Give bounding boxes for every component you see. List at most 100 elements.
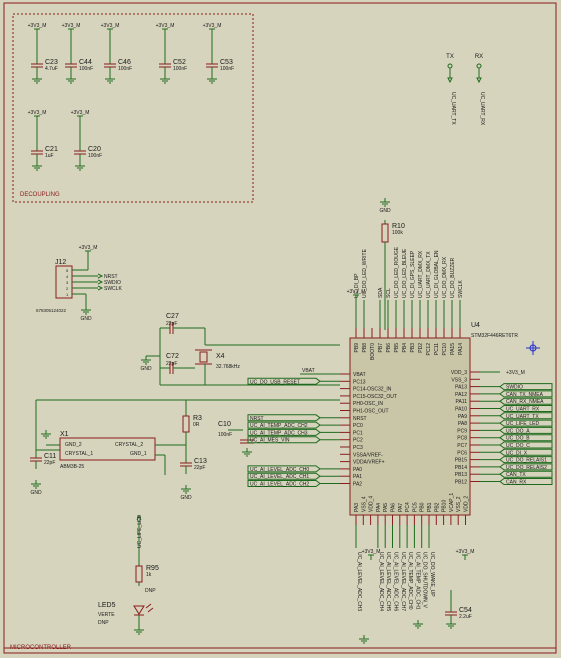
testpoint-label: RX xyxy=(475,54,483,60)
ground-symbol xyxy=(31,483,41,489)
mcu-top-net: UC_UART_DMX_TX xyxy=(426,251,432,298)
resistor-body xyxy=(182,415,190,433)
crystal-body xyxy=(199,351,208,363)
gnd-label: GND xyxy=(140,366,152,372)
mcu-bottom-net: UC_AI_LEVEL_ADC_CH4 xyxy=(378,552,384,611)
mcu-pin-name: PA11 xyxy=(456,399,468,405)
x1-pin-label: CRYSTAL_1 xyxy=(65,451,93,457)
led-value: VERTE xyxy=(98,612,115,618)
ground-symbol xyxy=(32,78,42,84)
testpoint-pad xyxy=(476,63,482,69)
ground-symbol xyxy=(380,201,390,207)
x1-ref: X1 xyxy=(60,431,69,438)
decoupling-cap-ref: C52 xyxy=(173,59,186,66)
mcu-right-net: UC_DO_C xyxy=(506,443,530,449)
decoupling-box xyxy=(12,13,254,203)
testpoint-pad xyxy=(447,63,453,69)
mcu-pin-name: PB1 xyxy=(427,502,433,512)
mcu-pin-name: PD2 xyxy=(418,343,424,353)
mcu-u4[interactable]: U4STM32F446RET6TRVBATPC13UC_DO_USB_RESET… xyxy=(247,246,553,644)
mcu-left-net: UC_AI_TEMP_ADC_CH2 xyxy=(250,423,308,429)
mcu-pin-name: VSS_2 xyxy=(456,496,462,512)
decoupling-cap-ref: C53 xyxy=(220,59,233,66)
power-arrow xyxy=(77,115,83,121)
cap-value: 100nF xyxy=(220,66,234,72)
mcu-left-net: UC_AI_MES_VIN xyxy=(250,438,290,444)
cap-ref: C27 xyxy=(166,313,179,320)
x1-pin-label: GND_2 xyxy=(65,442,82,448)
mcu-top-net: UC_DI_GLOBAL_EN xyxy=(434,250,440,298)
mcu-pin-name: VDD_4 xyxy=(369,496,375,512)
mcu-bottom-net: UC_AI_TEMP_ADC_CH0 xyxy=(407,552,413,610)
decoupling-cap-ref: C21 xyxy=(45,146,58,153)
mcu-pin-name: PB6 xyxy=(386,343,392,353)
mcu-pin-name: PB8 xyxy=(362,343,368,353)
ground-symbol xyxy=(413,623,423,629)
mcu-top-net: UC_UART_DMX_RX xyxy=(418,250,424,298)
mcu-right-net: UC_DO_B xyxy=(506,436,530,442)
ground-symbol xyxy=(141,359,151,365)
res-ref: R3 xyxy=(193,415,202,422)
decoupling-cap-ref: C23 xyxy=(45,59,58,66)
mcu-pin-name: PA5 xyxy=(383,503,389,512)
mcu-right-net: UC_DO_A xyxy=(506,428,530,434)
mcu-pin-name: PC4 xyxy=(405,502,411,512)
testpoint-label: TX xyxy=(446,54,454,60)
led-ref: LED5 xyxy=(98,602,116,609)
mcu-pin-name: NRST xyxy=(353,416,367,422)
decoupling-caps: +3V3_MC234.7uF+3V3_MC44100nF+3V3_MC46100… xyxy=(28,23,234,171)
mcu-bottom-power: +3V3_M xyxy=(362,549,381,555)
mcu-pin-name: VDD_2 xyxy=(464,496,470,512)
j12-part: 679305124022 xyxy=(36,308,67,313)
power-arrow xyxy=(85,250,91,256)
mcu-top-net: UC_DO_DMX_RX xyxy=(442,256,448,298)
j12-connector[interactable]: J12+3V3_M54321NRSTSWDIOSWCLKGND679305124… xyxy=(36,245,122,322)
x1-part: ABM3B-25 xyxy=(60,464,84,470)
led-symbol xyxy=(133,605,145,615)
mcu-right-net: CAN_TX_NMEA xyxy=(506,392,544,398)
j12-ref: J12 xyxy=(55,259,66,266)
mcu-pin-name: VDDA/VREF+ xyxy=(353,460,385,466)
mcu-pin-name: PC0 xyxy=(353,423,363,429)
uart-net-label: UC_UART_TX xyxy=(450,92,456,125)
ground-symbol xyxy=(105,78,115,84)
mcu-right-net: UC_UART_RX xyxy=(506,407,540,413)
mcu-pin-name: VDD_3 xyxy=(451,370,467,376)
mcu-pin-name: PA0 xyxy=(353,467,362,473)
mcu-pin-name: PB0 xyxy=(420,502,426,512)
mcu-pin-name: VSS_4 xyxy=(361,496,367,512)
mcu-pin-name: PB4 xyxy=(402,343,408,353)
r95-note: DNP xyxy=(145,588,156,594)
mcu-right-net: UC_DI_X xyxy=(506,450,528,456)
mcu-pin-name: PA15 xyxy=(450,343,456,355)
res-value: 1k xyxy=(146,572,152,578)
mcu-left-net: UC_AI_TEMP_ADC_CH3 xyxy=(250,430,308,436)
mcu-right-net: CAN_RX xyxy=(506,480,527,486)
ground-symbol xyxy=(41,433,51,439)
mcu-top-net: SCL xyxy=(386,288,392,298)
mcu-pin-name: PC5 xyxy=(412,502,418,512)
cap-value: 22pF xyxy=(166,361,177,367)
mcu-pin-name: PB3 xyxy=(410,343,416,353)
mcu-bottom-net: UC_AI_LEVEL_ADC_CH5 xyxy=(385,552,391,611)
res-ref: R95 xyxy=(146,565,159,572)
res-value: 0R xyxy=(193,422,200,428)
ground-symbol xyxy=(160,78,170,84)
frame-title: MICROCONTROLLER xyxy=(10,645,72,651)
j12-net-label: SWCLK xyxy=(104,286,122,292)
decoupling-power-label: +3V3_M xyxy=(28,23,47,29)
mcu-right-net: UC_LIFE_LED xyxy=(506,421,539,427)
cap-value: 100nF xyxy=(88,153,102,159)
ground-symbol xyxy=(359,638,369,644)
led-net-label: UC_LIFE_LED xyxy=(137,515,143,548)
mcu-body[interactable] xyxy=(349,337,471,516)
net-arrow xyxy=(447,77,453,84)
mcu-pin-name: PA12 xyxy=(455,392,467,398)
mcu-pin-name: VSS_3 xyxy=(451,377,467,383)
cap-value: 22pF xyxy=(166,321,177,327)
cap-value: 22pF xyxy=(194,465,205,471)
mcu-top-net: UC_DO_LED_BLEUE xyxy=(402,248,408,298)
ground-symbol xyxy=(207,78,217,84)
net-arrow xyxy=(476,77,482,84)
ground-symbol xyxy=(134,629,144,635)
